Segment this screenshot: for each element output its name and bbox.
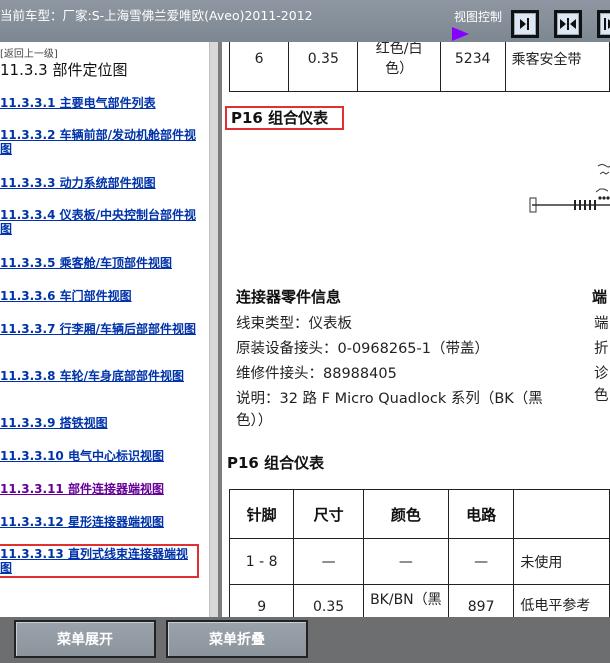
- right-column-text: 端: [594, 316, 609, 332]
- menu-expand-button[interactable]: 菜单展开: [14, 620, 156, 658]
- pin-table-title: P16 组合仪表: [227, 454, 325, 472]
- table-cell: 乘客安全带: [504, 42, 610, 92]
- column-header: 电路: [447, 489, 515, 539]
- sidebar-item[interactable]: 11.3.3.1 主要电气部件列表: [0, 96, 196, 110]
- panel-expand-button[interactable]: [597, 10, 610, 38]
- table-cell: 未使用: [513, 538, 610, 585]
- sidebar-item[interactable]: 11.3.3.2 车辆前部/发动机舱部件视图: [0, 128, 196, 156]
- sidebar-item[interactable]: 11.3.3.5 乘客舱/车顶部件视图: [0, 256, 196, 270]
- top-bar: 当前车型：厂家:S-上海雪佛兰爱唯欧(Aveo)2011-2012 视图控制: [0, 0, 610, 42]
- sidebar-item[interactable]: 11.3.3.6 车门部件视图: [0, 289, 196, 303]
- sidebar-item[interactable]: 11.3.3.9 搭铁视图: [0, 416, 196, 430]
- table-cell: —: [293, 538, 364, 585]
- right-column-text: 色: [594, 388, 609, 404]
- table-cell: 6: [228, 42, 290, 92]
- right-column-heading: 端: [592, 288, 608, 306]
- section-title: 11.3.3 部件定位图: [0, 61, 128, 79]
- connector-diagram: [529, 164, 610, 213]
- info-line: 线束类型：仪表板: [236, 316, 352, 332]
- main-content: 6 0.35 红色/白 色） 5234 乘客安全带 P16 组合仪表 连接器零件…: [222, 42, 610, 617]
- previous-table: 6 0.35 红色/白 色） 5234 乘客安全带: [228, 42, 610, 92]
- table-cell: 0.35: [288, 42, 359, 92]
- arrow-right-icon: [452, 27, 469, 41]
- table-cell: —: [447, 538, 515, 585]
- table-cell: 1 - 8: [228, 538, 295, 585]
- sidebar-item-selected[interactable]: 11.3.3.13 直列式线束连接器端视图: [0, 544, 199, 578]
- pin-table: 针脚 尺寸 颜色 电路 1 - 8 — — — 未使用 9 0.35 BK/BN…: [228, 489, 610, 617]
- table-cell: BK/BN（黑: [362, 584, 449, 617]
- sidebar: [返回上一级] 11.3.3 部件定位图 11.3.3.1 主要电气部件列表 1…: [0, 42, 209, 617]
- view-control-label: 视图控制: [454, 10, 503, 24]
- bottom-bar: 菜单展开 菜单折叠: [0, 617, 610, 663]
- table-row: 1 - 8 — — — 未使用: [228, 538, 610, 585]
- back-link[interactable]: [返回上一级]: [0, 45, 58, 60]
- sidebar-item[interactable]: 11.3.3.12 星形连接器端视图: [0, 515, 196, 529]
- sidebar-item[interactable]: 11.3.3.11 部件连接器端视图: [0, 482, 196, 496]
- panel-right-button[interactable]: [511, 10, 539, 38]
- table-cell: 897: [447, 584, 515, 617]
- table-cell: 低电平参考: [513, 584, 610, 617]
- sidebar-item[interactable]: 11.3.3.3 动力系统部件视图: [0, 176, 196, 190]
- sidebar-item[interactable]: 11.3.3.8 车轮/车身底部部件视图: [0, 369, 196, 383]
- column-header: 尺寸: [293, 489, 364, 539]
- connector-info-heading: 连接器零件信息: [236, 288, 342, 306]
- table-row: 6 0.35 红色/白 色） 5234 乘客安全带: [228, 42, 610, 92]
- table-cell: 5234: [439, 42, 506, 92]
- panel-collapse-button[interactable]: [554, 10, 582, 38]
- info-line: 色））: [236, 413, 273, 429]
- table-row: 9 0.35 BK/BN（黑 897 低电平参考: [228, 584, 610, 617]
- right-column-text: 折: [594, 341, 609, 357]
- table-cell: 0.35: [293, 584, 364, 617]
- current-vehicle-label: 当前车型：厂家:S-上海雪佛兰爱唯欧(Aveo)2011-2012: [0, 8, 313, 23]
- table-cell: 红色/白 色）: [357, 42, 441, 92]
- panel-collapse-icon: [557, 13, 579, 35]
- menu-collapse-button[interactable]: 菜单折叠: [166, 620, 308, 658]
- cell-text: 红色/白: [375, 42, 423, 57]
- table-cell: 9: [228, 584, 295, 617]
- cell-text: 色）: [385, 61, 414, 77]
- info-line: 说明：32 路 F Micro Quadlock 系列（BK（黑: [236, 391, 543, 407]
- info-line: 维修件接头：88988405: [236, 366, 397, 382]
- sidebar-item[interactable]: 11.3.3.10 电气中心标识视图: [0, 449, 196, 463]
- column-header: 颜色: [362, 489, 449, 539]
- table-cell: —: [362, 538, 449, 585]
- sidebar-item[interactable]: 11.3.3.4 仪表板/中央控制台部件视图: [0, 208, 196, 236]
- column-header: 针脚: [228, 489, 295, 539]
- panel-right-icon: [514, 13, 536, 35]
- info-line: 原装设备接头：0-0968265-1（带盖）: [236, 341, 489, 357]
- connector-title: P16 组合仪表: [225, 106, 344, 130]
- panel-expand-icon: [600, 13, 610, 35]
- sidebar-item[interactable]: 11.3.3.7 行李厢/车辆后部部件视图: [0, 322, 196, 336]
- right-column-text: 诊: [594, 366, 609, 382]
- column-header: [513, 489, 610, 539]
- table-header-row: 针脚 尺寸 颜色 电路: [228, 489, 610, 539]
